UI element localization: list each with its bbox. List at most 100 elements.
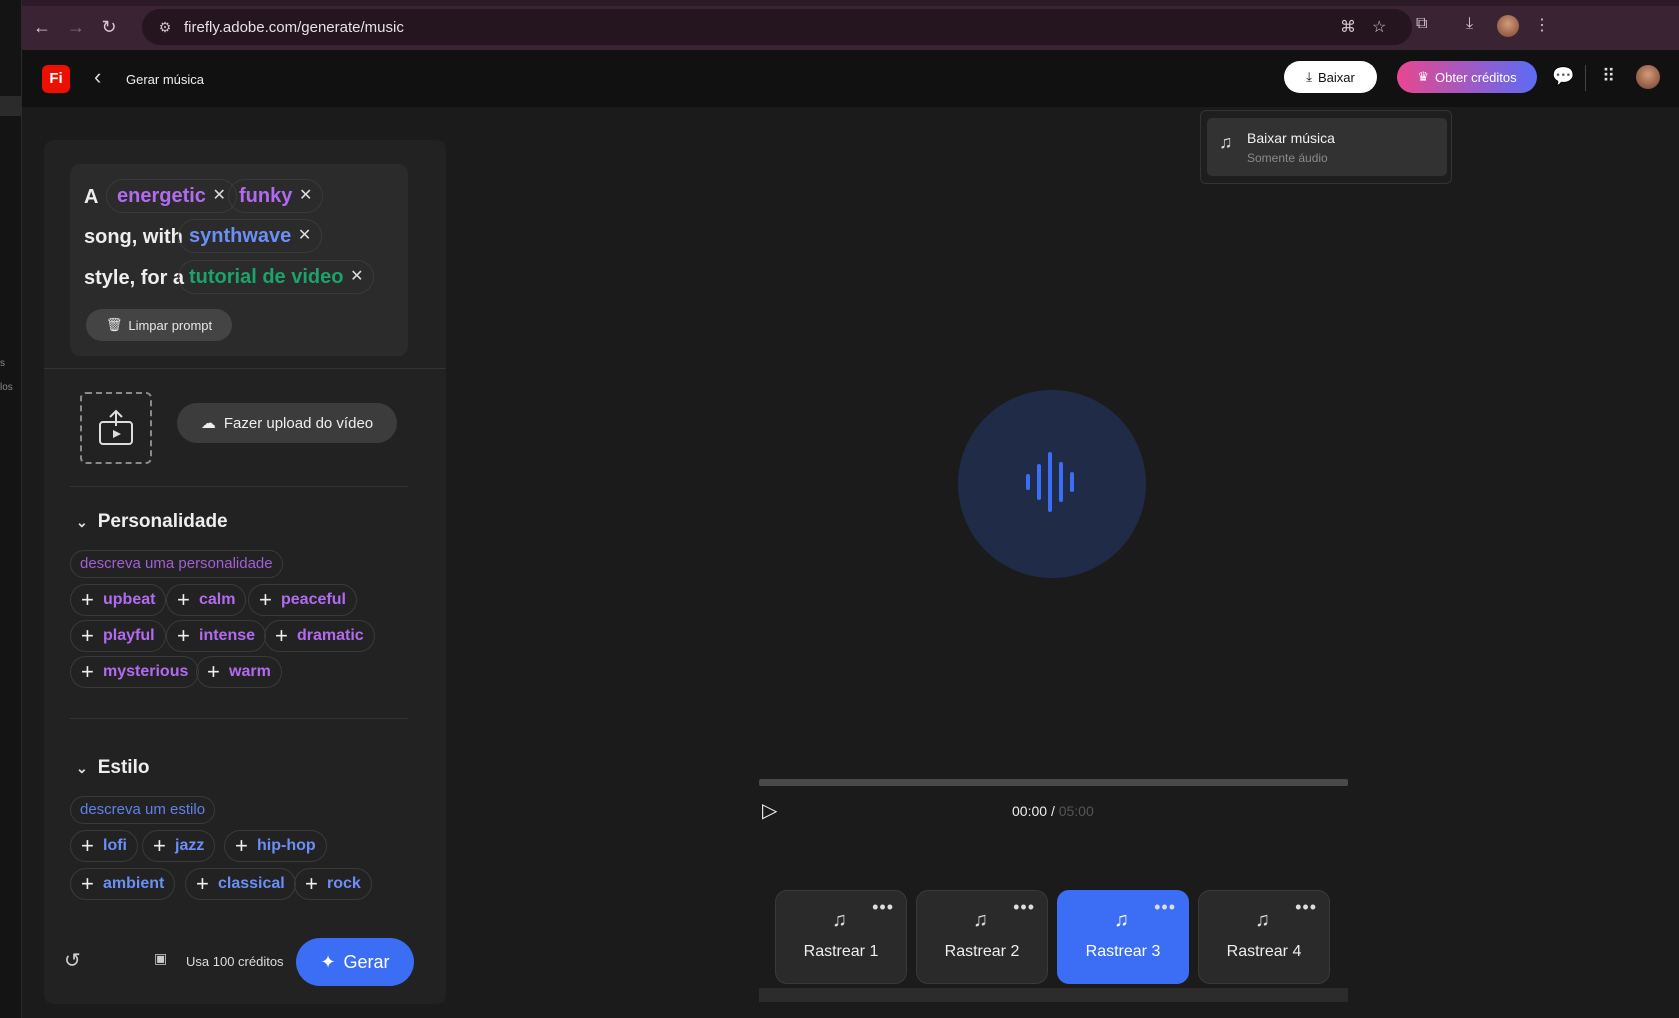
playback-progress-bar[interactable] xyxy=(759,779,1348,786)
style-section-header[interactable]: ⌄ Estilo xyxy=(76,757,149,779)
prompt-text: style, for a xyxy=(84,267,185,289)
tag-peaceful[interactable]: + peaceful xyxy=(248,584,357,616)
apps-grid-icon[interactable]: ⠿ xyxy=(1602,66,1615,87)
section-divider xyxy=(44,368,446,369)
tag-jazz[interactable]: + jazz xyxy=(142,830,216,862)
generate-button[interactable]: ✦ Gerar xyxy=(296,938,414,986)
prompt-chip-funky[interactable]: funky ✕ xyxy=(228,179,324,213)
tag-warm[interactable]: + warm xyxy=(196,656,282,688)
profile-avatar[interactable] xyxy=(1497,15,1519,37)
music-note-icon: ♫ xyxy=(1114,909,1129,931)
track-1[interactable]: ♫ ••• Rastrear 1 xyxy=(775,890,907,984)
bookmark-star-icon[interactable]: ☆ xyxy=(1372,17,1386,37)
remove-icon[interactable]: ✕ xyxy=(213,180,226,212)
tag-dramatic[interactable]: + dramatic xyxy=(264,620,375,652)
history-icon[interactable]: ↺ xyxy=(64,948,81,973)
more-options-icon[interactable]: ••• xyxy=(1295,897,1317,918)
extensions-icon[interactable]: ⧉ xyxy=(1416,15,1427,33)
upload-dropzone[interactable] xyxy=(80,392,152,464)
tag-playful[interactable]: + playful xyxy=(70,620,166,652)
back-arrow-icon[interactable]: ← xyxy=(31,16,53,38)
section-divider xyxy=(70,718,408,719)
prompt-chip-label: energetic xyxy=(117,185,206,207)
tag-classical[interactable]: + classical xyxy=(185,868,296,900)
generate-label: Gerar xyxy=(343,951,390,972)
prompt-chip-label: synthwave xyxy=(189,225,292,247)
chevron-down-icon: ⌄ xyxy=(76,760,88,776)
waveform-icon xyxy=(1026,452,1074,512)
play-icon[interactable]: ▷ xyxy=(762,798,777,823)
upload-video-button[interactable]: ☁ Fazer upload do vídeo xyxy=(177,403,397,443)
crown-icon: ♛ xyxy=(1417,69,1429,84)
tag-label: warm xyxy=(229,663,271,680)
tag-hip-hop[interactable]: + hip-hop xyxy=(224,830,327,862)
plus-icon: + xyxy=(177,623,190,648)
plus-icon: + xyxy=(177,587,190,612)
app-header: Fi ‹ Gerar música ⤓ Baixar ♛ Obter crédi… xyxy=(22,50,1679,107)
plus-icon: + xyxy=(259,587,272,612)
tag-label: peaceful xyxy=(281,591,346,608)
track-4[interactable]: ♫ ••• Rastrear 4 xyxy=(1198,890,1330,984)
clear-prompt-label: Limpar prompt xyxy=(128,317,213,333)
address-bar[interactable]: ⚙ firefly.adobe.com/generate/music ⌘ ☆ xyxy=(142,9,1412,45)
user-avatar[interactable] xyxy=(1636,65,1660,89)
personality-input[interactable]: descreva uma personalidade xyxy=(70,550,283,578)
trash-icon: 🗑 xyxy=(105,317,123,332)
tag-label: lofi xyxy=(103,837,127,854)
get-credits-button[interactable]: ♛ Obter créditos xyxy=(1397,61,1537,93)
tag-label: calm xyxy=(199,591,236,608)
prompt-chip-synthwave[interactable]: synthwave ✕ xyxy=(178,219,323,253)
remove-icon[interactable]: ✕ xyxy=(298,220,311,252)
tag-label: playful xyxy=(103,627,155,644)
prompt-panel: A energetic ✕ funky ✕ song, with synthwave… xyxy=(44,140,446,1004)
feedback-icon[interactable]: 💬 xyxy=(1552,66,1574,87)
generate-bar: ↺ ▣ Usa 100 créditos ✦ Gerar xyxy=(44,924,446,1004)
clear-prompt-button[interactable]: 🗑 Limpar prompt xyxy=(86,309,232,341)
tag-label: dramatic xyxy=(297,627,364,644)
remove-icon[interactable]: ✕ xyxy=(299,180,312,212)
playback-time: 00:00 / 05:00 xyxy=(1012,803,1094,819)
firefly-logo[interactable]: Fi xyxy=(42,65,70,93)
tag-lofi[interactable]: + lofi xyxy=(70,830,138,862)
reload-icon[interactable]: ↻ xyxy=(98,16,120,38)
download-icon: ⤓ xyxy=(1306,69,1312,84)
personality-section-header[interactable]: ⌄ Personalidade xyxy=(76,511,228,533)
address-url[interactable]: firefly.adobe.com/generate/music xyxy=(184,19,404,36)
page-title: Gerar música xyxy=(126,72,205,87)
downloads-icon[interactable]: ⤓ xyxy=(1466,15,1473,33)
left-browser-strip: s los xyxy=(0,0,22,1018)
tag-rock[interactable]: + rock xyxy=(294,868,372,900)
header-divider xyxy=(1585,65,1586,91)
browser-menu-icon[interactable]: ⋮ xyxy=(1534,15,1550,35)
plus-icon: + xyxy=(275,623,288,648)
download-music-title: Baixar música xyxy=(1247,130,1335,146)
credits-usage-text: Usa 100 créditos xyxy=(186,954,284,969)
site-settings-icon[interactable]: ⚙ xyxy=(152,19,178,36)
prompt-chip-label: funky xyxy=(239,185,293,207)
translate-icon[interactable]: ⌘ xyxy=(1340,17,1356,37)
tag-label: intense xyxy=(199,627,256,644)
music-note-icon: ♫ xyxy=(1219,132,1233,152)
back-chevron-icon[interactable]: ‹ xyxy=(94,64,101,90)
prompt-chip-energetic[interactable]: energetic ✕ xyxy=(106,179,237,213)
plus-icon: + xyxy=(235,833,248,858)
more-options-icon[interactable]: ••• xyxy=(1154,897,1176,918)
more-options-icon[interactable]: ••• xyxy=(872,897,894,918)
track-label: Rastrear 3 xyxy=(1085,943,1161,960)
prompt-chip-tutorial[interactable]: tutorial de video ✕ xyxy=(178,260,375,294)
track-2[interactable]: ♫ ••• Rastrear 2 xyxy=(916,890,1048,984)
tag-upbeat[interactable]: + upbeat xyxy=(70,584,167,616)
tag-mysterious[interactable]: + mysterious xyxy=(70,656,200,688)
more-options-icon[interactable]: ••• xyxy=(1013,897,1035,918)
forward-arrow-icon[interactable]: → xyxy=(65,16,87,38)
download-music-option[interactable]: ♫ Baixar música Somente áudio xyxy=(1207,118,1447,176)
remove-icon[interactable]: ✕ xyxy=(350,261,363,293)
tag-calm[interactable]: + calm xyxy=(166,584,247,616)
track-3[interactable]: ♫ ••• Rastrear 3 xyxy=(1057,890,1189,984)
tag-label: mysterious xyxy=(103,663,189,680)
tag-intense[interactable]: + intense xyxy=(166,620,267,652)
download-button[interactable]: ⤓ Baixar xyxy=(1284,61,1377,93)
tracks-scrollbar[interactable] xyxy=(759,988,1348,1002)
style-input[interactable]: descreva um estilo xyxy=(70,796,216,824)
tag-ambient[interactable]: + ambient xyxy=(70,868,176,900)
